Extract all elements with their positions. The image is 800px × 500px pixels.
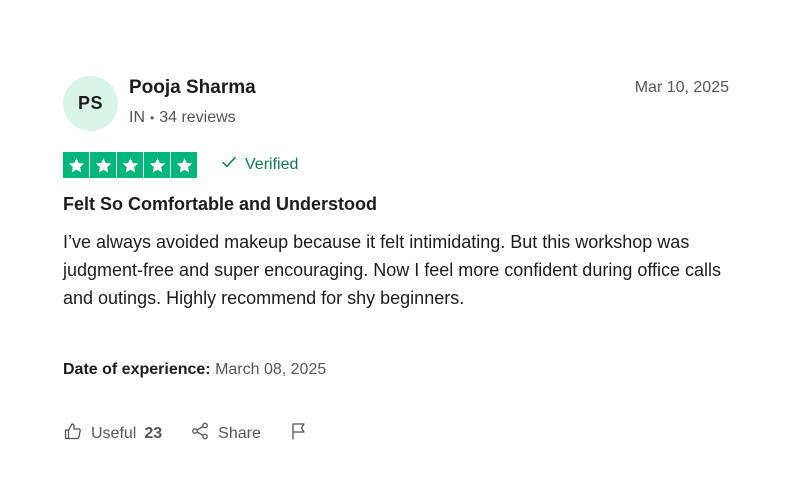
share-icon: [190, 421, 210, 446]
star-icon: [90, 152, 116, 178]
experience-date: March 08, 2025: [215, 361, 327, 378]
star-rating: [63, 152, 197, 178]
date-of-experience: Date of experience: March 08, 2025: [63, 361, 326, 379]
separator-dot: •: [150, 111, 155, 125]
useful-count: 23: [144, 424, 163, 442]
useful-label: Useful: [91, 424, 137, 442]
reviewer-country: IN: [129, 109, 145, 126]
reviewer-meta: IN • 34 reviews: [129, 109, 236, 127]
verified-badge[interactable]: Verified: [221, 154, 298, 175]
review-actions: Useful 23 Share: [63, 421, 309, 446]
review-title: Felt So Comfortable and Understood: [63, 194, 378, 214]
reviewer-name[interactable]: Pooja Sharma: [129, 77, 256, 99]
reviewer-review-count: 34 reviews: [159, 109, 236, 126]
checkmark-icon: [221, 154, 237, 175]
verified-label: Verified: [245, 155, 299, 173]
share-button[interactable]: Share: [190, 421, 261, 446]
avatar: PS: [63, 76, 118, 131]
report-button[interactable]: [289, 421, 309, 446]
star-icon: [171, 152, 197, 178]
experience-label: Date of experience:: [63, 361, 211, 378]
star-icon: [63, 152, 89, 178]
review-date: Mar 10, 2025: [634, 79, 729, 96]
review-body: I’ve always avoided makeup because it fe…: [63, 232, 722, 308]
star-icon: [144, 152, 170, 178]
share-label: Share: [218, 424, 261, 442]
flag-icon: [289, 421, 309, 446]
review-card: PS Pooja Sharma IN • 34 reviews Mar 10, …: [0, 0, 800, 500]
thumbs-up-icon: [63, 421, 83, 446]
star-icon: [117, 152, 143, 178]
useful-button[interactable]: Useful 23: [63, 421, 162, 446]
